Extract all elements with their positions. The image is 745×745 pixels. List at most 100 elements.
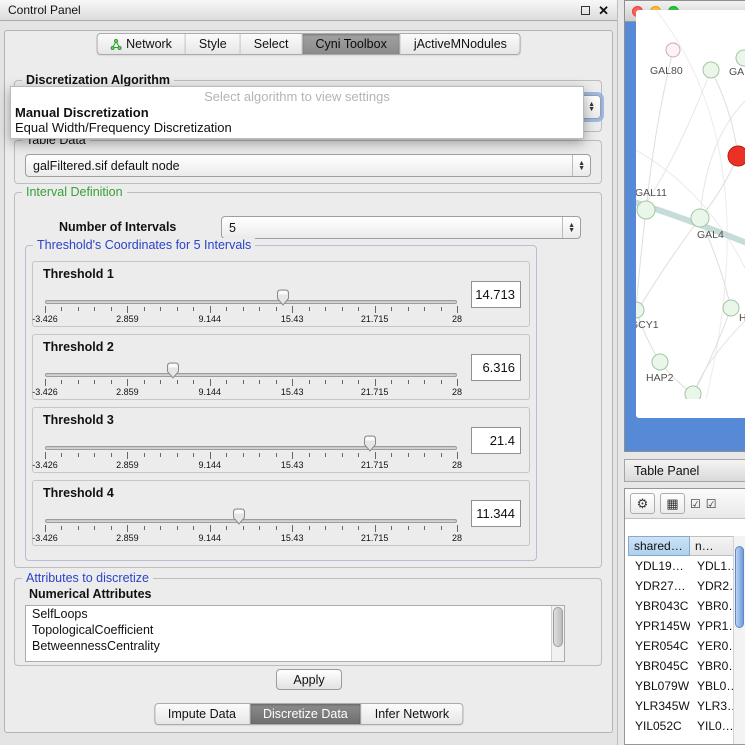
- network-edge[interactable]: [638, 218, 700, 310]
- tab-select[interactable]: Select: [240, 34, 302, 54]
- network-edge[interactable]: [693, 320, 745, 394]
- network-node[interactable]: [666, 43, 680, 57]
- network-node-h[interactable]: [723, 300, 739, 316]
- slider-tick: [408, 380, 409, 384]
- slider-track: [45, 446, 457, 450]
- attributes-scrollbar-thumb[interactable]: [553, 607, 563, 647]
- network-node-gcy1[interactable]: [636, 302, 644, 318]
- list-item[interactable]: TopologicalCoefficient: [26, 622, 564, 638]
- table-row[interactable]: YPR145WYPR1…: [625, 616, 745, 636]
- network-edge[interactable]: [636, 310, 660, 362]
- table-cell-shared-name: YIL052C: [628, 719, 690, 733]
- threshold-value-field[interactable]: 14.713: [471, 281, 521, 308]
- tab-label: Discretize Data: [263, 707, 348, 721]
- spinner-stepper-icon[interactable]: ▲ ▼: [562, 217, 575, 238]
- threshold-value-field[interactable]: 21.4: [471, 427, 521, 454]
- interval-definition-title: Interval Definition: [22, 185, 127, 200]
- numerical-attributes-list[interactable]: SelfLoopsTopologicalCoefficientBetweenne…: [25, 605, 565, 662]
- tick-label: 15.43: [281, 460, 304, 470]
- tab-network[interactable]: Network: [97, 34, 185, 54]
- tab-impute-data[interactable]: Impute Data: [155, 704, 249, 724]
- table-cell-shared-name: YDL19…: [628, 559, 690, 573]
- slider-tick: [276, 307, 277, 311]
- slider-tick: [408, 453, 409, 457]
- tick-label: 21.715: [361, 314, 389, 324]
- network-node-gal80[interactable]: [703, 62, 719, 78]
- network-node-gal11[interactable]: [637, 201, 655, 219]
- slider-thumb[interactable]: [166, 362, 180, 379]
- tick-label: 2.859: [116, 314, 139, 324]
- table-row[interactable]: YDR27…YDR2…: [625, 576, 745, 596]
- algorithm-option-manual-discretization[interactable]: Manual Discretization: [11, 105, 583, 120]
- slider-tick: [292, 306, 293, 313]
- table-panel-header[interactable]: Table Panel: [624, 459, 745, 482]
- tab-jactivemnodules[interactable]: jActiveMNodules: [400, 34, 520, 54]
- table-row[interactable]: YBR045CYBR0…: [625, 656, 745, 676]
- table-row[interactable]: YBL079WYBL0…: [625, 676, 745, 696]
- slider-thumb[interactable]: [363, 435, 377, 452]
- table-cell-name: YDR2…: [690, 579, 734, 593]
- apply-button[interactable]: Apply: [276, 669, 342, 690]
- slider-tick: [210, 379, 211, 386]
- tick-label: 9.144: [199, 460, 222, 470]
- algorithm-placeholder-option[interactable]: Select algorithm to view settings: [11, 88, 583, 105]
- slider-tick: [243, 380, 244, 384]
- top-tab-bar: Network StyleSelectCyni ToolboxjActiveMNo…: [96, 33, 521, 55]
- control-panel-titlebar[interactable]: Control Panel ✕: [0, 0, 617, 21]
- attributes-scrollbar[interactable]: [551, 606, 564, 661]
- float-window-icon[interactable]: [581, 6, 590, 15]
- list-item[interactable]: SelfLoops: [26, 606, 564, 622]
- columns-icon[interactable]: ▦: [660, 493, 685, 514]
- column-header-shared-name[interactable]: shared…: [628, 536, 690, 556]
- slider-thumb[interactable]: [232, 508, 246, 525]
- tab-label: Network: [126, 37, 172, 51]
- tab-infer-network[interactable]: Infer Network: [361, 704, 462, 724]
- network-node[interactable]: [685, 386, 701, 399]
- network-edge[interactable]: [636, 210, 646, 310]
- table-row[interactable]: YDL19…YDL1…: [625, 556, 745, 576]
- slider-tick: [160, 453, 161, 457]
- columns-icon-glyph: ▦: [666, 496, 678, 512]
- threshold-value-field[interactable]: 11.344: [471, 500, 521, 527]
- network-edge[interactable]: [711, 70, 738, 156]
- threshold-slider[interactable]: -3.4262.8599.14415.4321.71528: [33, 408, 469, 472]
- algorithm-option-equal-width-frequency[interactable]: Equal Width/Frequency Discretization: [11, 120, 583, 135]
- tab-style[interactable]: Style: [185, 34, 240, 54]
- tick-label: -3.426: [32, 387, 58, 397]
- threshold-value-field[interactable]: 6.316: [471, 354, 521, 381]
- select-all-checkbox-icon[interactable]: ☑: [690, 497, 701, 511]
- combobox-stepper-icon[interactable]: ▲ ▼: [572, 155, 585, 176]
- slider-thumb[interactable]: [276, 289, 290, 306]
- list-item[interactable]: BetweennessCentrality: [26, 638, 564, 654]
- network-node-gal4[interactable]: [691, 209, 709, 227]
- network-edge[interactable]: [644, 70, 711, 206]
- slider-track: [45, 300, 457, 304]
- network-node-hap2[interactable]: [652, 354, 668, 370]
- table-scrollbar[interactable]: [733, 536, 745, 744]
- slider-tick: [61, 526, 62, 530]
- table-scrollbar-thumb[interactable]: [735, 546, 744, 628]
- slider-tick: [78, 380, 79, 384]
- network-node-ga[interactable]: [736, 50, 745, 66]
- tab-discretize-data[interactable]: Discretize Data: [249, 704, 361, 724]
- table-row[interactable]: YER054CYER0…: [625, 636, 745, 656]
- table-row[interactable]: YBR043CYBR0…: [625, 596, 745, 616]
- table-row[interactable]: YIL052CYIL0…: [625, 716, 745, 736]
- network-canvas[interactable]: GAL80GAGAL11GAL4GCY1HHAP2: [636, 10, 745, 418]
- threshold-slider[interactable]: -3.4262.8599.14415.4321.71528: [33, 481, 469, 545]
- close-icon[interactable]: ✕: [598, 4, 609, 17]
- table-row[interactable]: YLR345WYLR3…: [625, 696, 745, 716]
- column-header-name[interactable]: n…: [690, 536, 734, 556]
- number-of-intervals-spinner[interactable]: 5 ▲ ▼: [221, 216, 581, 239]
- gear-icon[interactable]: ⚙: [630, 493, 655, 514]
- network-node[interactable]: [728, 146, 745, 166]
- threshold-slider[interactable]: -3.4262.8599.14415.4321.71528: [33, 335, 469, 399]
- slider-tick: [111, 526, 112, 530]
- tab-cyni-toolbox[interactable]: Cyni Toolbox: [301, 34, 399, 54]
- select-column-checkbox-icon[interactable]: ☑: [706, 497, 717, 511]
- threshold-slider[interactable]: -3.4262.8599.14415.4321.71528: [33, 262, 469, 326]
- slider-tick: [226, 453, 227, 457]
- combobox-stepper-icon[interactable]: ▲ ▼: [582, 96, 595, 118]
- table-data-combobox[interactable]: galFiltered.sif default node ▲ ▼: [25, 154, 591, 177]
- table-cell-shared-name: YLR345W: [628, 699, 690, 713]
